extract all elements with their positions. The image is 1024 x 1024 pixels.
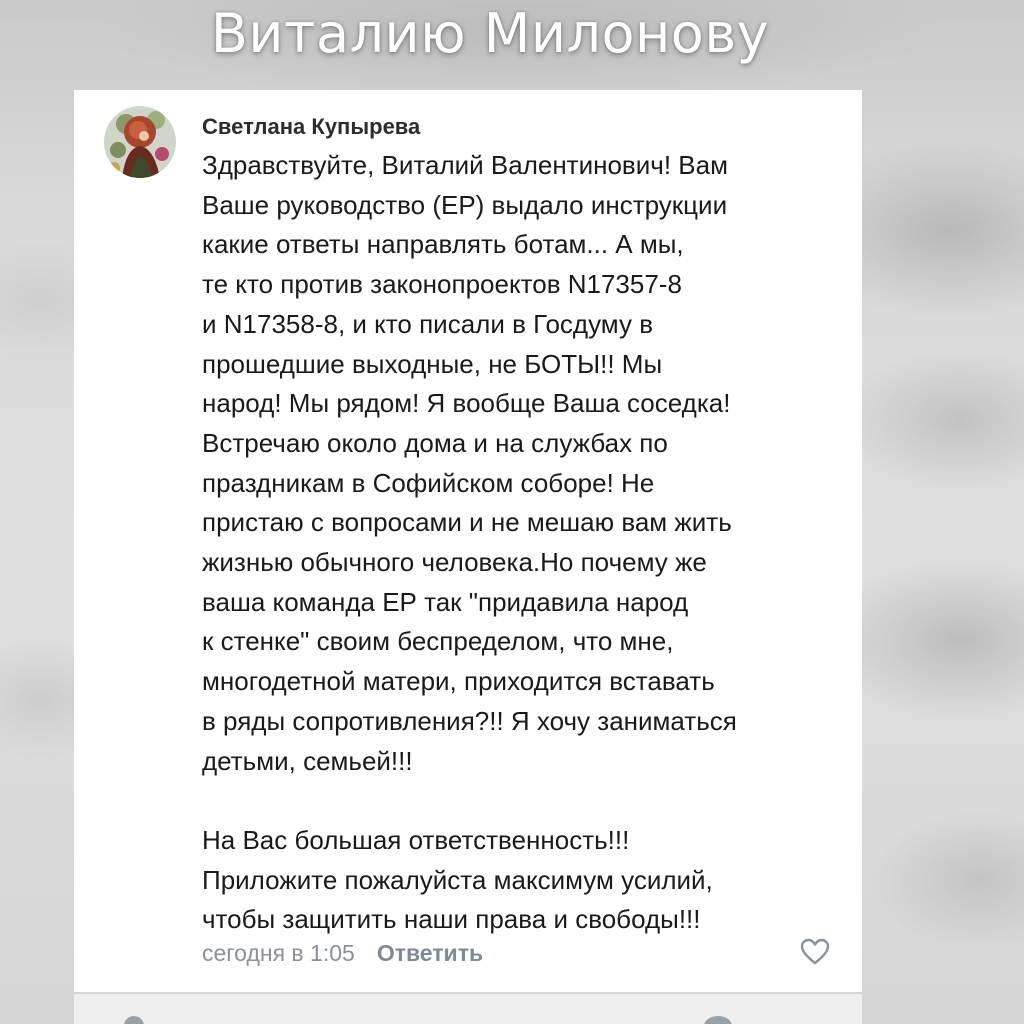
reply-button[interactable]: Ответить [377,940,483,966]
comment-author-name[interactable]: Светлана Купырева [202,114,420,140]
comment-body: Здравствуйте, Виталий Валентинович! Вам … [202,150,737,935]
next-sticker-icon [704,1016,732,1024]
next-comment-strip [74,994,862,1024]
comment-card: Светлана Купырева Здравствуйте, Виталий … [74,90,862,992]
comment-timestamp[interactable]: сегодня в 1:05 [202,940,355,966]
next-avatar-icon [124,1016,144,1024]
comment-meta: сегодня в 1:05 Ответить [202,940,483,967]
author-avatar[interactable] [104,106,176,178]
heart-outline-icon [800,938,830,965]
like-button[interactable] [800,938,830,966]
overlay-headline: Виталию Милонову [210,2,770,65]
user-avatar-photo-icon [104,106,176,178]
